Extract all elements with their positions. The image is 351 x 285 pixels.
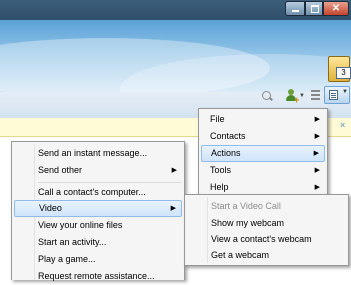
menu-item-label: Call a contact's computer... xyxy=(38,187,146,197)
menu-item-label: Play a game... xyxy=(38,254,96,264)
chevron-down-icon: ▼ xyxy=(342,89,348,95)
menu-item-send-instant-message[interactable]: Send an instant message... xyxy=(14,145,182,162)
menu-item-label: Help xyxy=(210,182,229,192)
close-icon: ✕ xyxy=(331,3,341,14)
menu-item-send-other[interactable]: Send other ▶ xyxy=(14,162,182,179)
chevron-down-icon[interactable]: ▼ xyxy=(299,93,305,99)
submenu-arrow-icon: ▶ xyxy=(313,150,319,157)
search-icon[interactable] xyxy=(262,91,271,100)
menu-item-label: Tools xyxy=(210,165,232,175)
menu-item-get-webcam[interactable]: Get a webcam xyxy=(187,247,346,264)
menu-item-label: Start a Video Call xyxy=(211,201,281,211)
actions-menu: Send an instant message... Send other ▶ … xyxy=(11,141,185,281)
menu-item-show-my-webcam[interactable]: Show my webcam xyxy=(187,215,346,232)
menu-item-label: Show my webcam xyxy=(211,218,285,228)
menu-item-label: File xyxy=(210,114,225,124)
show-menu-button[interactable]: ▼ xyxy=(324,86,350,104)
close-icon[interactable]: × xyxy=(340,120,345,130)
menu-item-label: Contacts xyxy=(210,131,246,141)
submenu-arrow-icon: ▶ xyxy=(314,133,320,140)
menu-item-actions[interactable]: Actions ▶ xyxy=(201,145,325,162)
show-menu-icon xyxy=(329,90,338,100)
menu-item-call-contact[interactable]: Call a contact's computer... xyxy=(14,184,182,201)
menu-separator xyxy=(38,182,181,183)
close-button[interactable]: ✕ xyxy=(323,1,349,16)
maximize-button[interactable] xyxy=(305,1,323,16)
menu-item-label: Send an instant message... xyxy=(38,148,148,158)
add-contact-icon[interactable]: + xyxy=(285,89,299,105)
menu-item-start-activity[interactable]: Start an activity... xyxy=(14,234,182,251)
menu-item-view-online-files[interactable]: View your online files xyxy=(14,217,182,234)
menu-item-view-contact-webcam[interactable]: View a contact's webcam xyxy=(187,231,346,248)
menu-item-request-remote-assistance[interactable]: Request remote assistance... xyxy=(14,268,182,285)
submenu-arrow-icon: ▶ xyxy=(171,167,177,174)
main-menu: File ▶ Contacts ▶ Actions ▶ Tools ▶ Help… xyxy=(198,108,328,199)
header-background xyxy=(0,20,351,92)
minimize-button[interactable] xyxy=(285,1,305,16)
menu-item-label: View a contact's webcam xyxy=(211,234,312,244)
menu-item-video[interactable]: Video ▶ xyxy=(14,200,182,217)
menu-item-label: Actions xyxy=(211,148,241,158)
menu-item-label: Get a webcam xyxy=(211,250,270,260)
menu-item-start-video-call[interactable]: Start a Video Call xyxy=(187,198,346,215)
submenu-arrow-icon: ▶ xyxy=(170,205,176,212)
menu-item-label: Video xyxy=(39,203,62,213)
submenu-arrow-icon: ▶ xyxy=(314,167,320,174)
submenu-arrow-icon: ▶ xyxy=(314,116,320,123)
video-menu: Start a Video Call Show my webcam View a… xyxy=(184,194,349,266)
menu-item-label: Send other xyxy=(38,165,83,175)
window-caption-buttons: ✕ xyxy=(285,1,349,16)
menu-item-file[interactable]: File ▶ xyxy=(201,111,325,128)
notification-count-badge: 3 xyxy=(336,67,351,79)
menu-item-tools[interactable]: Tools ▶ xyxy=(201,162,325,179)
menu-item-play-game[interactable]: Play a game... xyxy=(14,251,182,268)
menu-item-label: View your online files xyxy=(38,220,123,230)
layout-icon[interactable] xyxy=(311,90,320,100)
menu-item-contacts[interactable]: Contacts ▶ xyxy=(201,128,325,145)
menu-item-label: Start an activity... xyxy=(38,237,107,247)
